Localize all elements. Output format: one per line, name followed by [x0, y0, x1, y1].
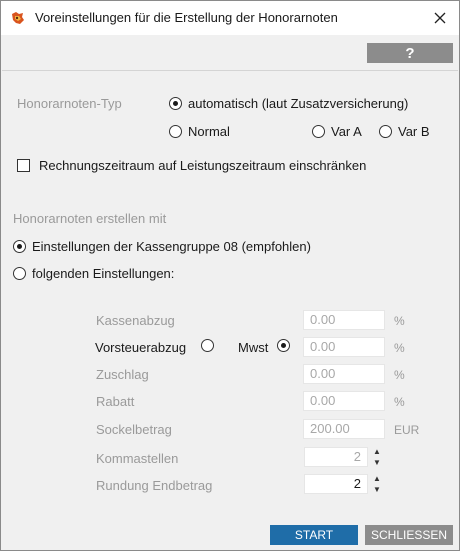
radio-folgende-label: folgenden Einstellungen: — [32, 266, 175, 281]
erstellen-label: Honorarnoten erstellen mit — [13, 211, 167, 226]
radio-var-a[interactable]: Var A — [312, 124, 362, 139]
divider — [2, 70, 458, 71]
zuschlag-unit: % — [394, 368, 405, 382]
chevron-down-icon[interactable]: ▼ — [373, 458, 381, 467]
schliessen-button[interactable]: SCHLIESSEN — [365, 525, 453, 545]
radio-automatisch[interactable]: automatisch (laut Zusatzversicherung) — [169, 96, 408, 111]
kommastellen-spinner[interactable]: ▲ ▼ — [372, 447, 382, 467]
kassenabzug-label: Kassenabzug — [96, 313, 175, 328]
rabatt-unit: % — [394, 395, 405, 409]
sockelbetrag-unit: EUR — [394, 423, 420, 437]
radio-indicator — [13, 240, 26, 253]
radio-indicator — [169, 97, 182, 110]
title-bar: Voreinstellungen für die Erstellung der … — [1, 1, 459, 35]
mwst-unit: % — [394, 341, 405, 355]
radio-indicator — [169, 125, 182, 138]
radio-mwst[interactable] — [277, 339, 290, 352]
radio-automatisch-label: automatisch (laut Zusatzversicherung) — [188, 96, 409, 111]
radio-folgende[interactable]: folgenden Einstellungen: — [13, 266, 174, 281]
radio-kassengruppe-label: Einstellungen der Kassengruppe 08 (empfo… — [32, 239, 311, 254]
radio-indicator — [201, 339, 214, 352]
radio-var-b[interactable]: Var B — [379, 124, 430, 139]
rundung-label: Rundung Endbetrag — [96, 478, 213, 493]
preferences-dialog: Voreinstellungen für die Erstellung der … — [0, 0, 460, 551]
app-icon — [10, 10, 26, 26]
rabatt-label: Rabatt — [96, 394, 135, 409]
zuschlag-field[interactable]: 0.00 — [303, 364, 385, 384]
sockelbetrag-label: Sockelbetrag — [96, 422, 172, 437]
chevron-down-icon[interactable]: ▼ — [373, 485, 381, 494]
radio-indicator — [13, 267, 26, 280]
window-title: Voreinstellungen für die Erstellung der … — [35, 10, 338, 25]
radio-normal-label: Normal — [188, 124, 230, 139]
sockelbetrag-field[interactable]: 200.00 — [303, 419, 385, 439]
radio-kassengruppe[interactable]: Einstellungen der Kassengruppe 08 (empfo… — [13, 239, 311, 254]
checkbox-indicator — [17, 159, 30, 172]
zuschlag-label: Zuschlag — [96, 367, 149, 382]
mwst-label: Mwst — [238, 340, 269, 355]
start-button[interactable]: START — [270, 525, 358, 545]
kassenabzug-field[interactable]: 0.00 — [303, 310, 385, 330]
typ-label: Honorarnoten-Typ — [17, 96, 122, 111]
radio-var-b-label: Var B — [398, 124, 430, 139]
radio-indicator — [312, 125, 325, 138]
kassenabzug-unit: % — [394, 314, 405, 328]
radio-var-a-label: Var A — [331, 124, 362, 139]
radio-indicator — [379, 125, 392, 138]
radio-normal[interactable]: Normal — [169, 124, 230, 139]
mwst-field[interactable]: 0.00 — [303, 337, 385, 357]
restrict-period-label: Rechnungszeitraum auf Leistungszeitraum … — [39, 158, 367, 173]
chevron-up-icon[interactable]: ▲ — [373, 474, 381, 483]
rundung-spinner[interactable]: ▲ ▼ — [372, 474, 382, 494]
restrict-period-checkbox[interactable]: Rechnungszeitraum auf Leistungszeitraum … — [17, 158, 366, 173]
rabatt-field[interactable]: 0.00 — [303, 391, 385, 411]
kommastellen-label: Kommastellen — [96, 451, 179, 466]
close-icon — [434, 12, 446, 24]
vorsteuerabzug-label: Vorsteuerabzug — [95, 340, 187, 355]
kommastellen-field[interactable]: 2 — [304, 447, 368, 467]
radio-vorsteuerabzug[interactable] — [201, 339, 214, 352]
rundung-field[interactable]: 2 — [304, 474, 368, 494]
help-button[interactable]: ? — [367, 43, 453, 63]
radio-indicator — [277, 339, 290, 352]
close-window-button[interactable] — [425, 3, 455, 33]
chevron-up-icon[interactable]: ▲ — [373, 447, 381, 456]
